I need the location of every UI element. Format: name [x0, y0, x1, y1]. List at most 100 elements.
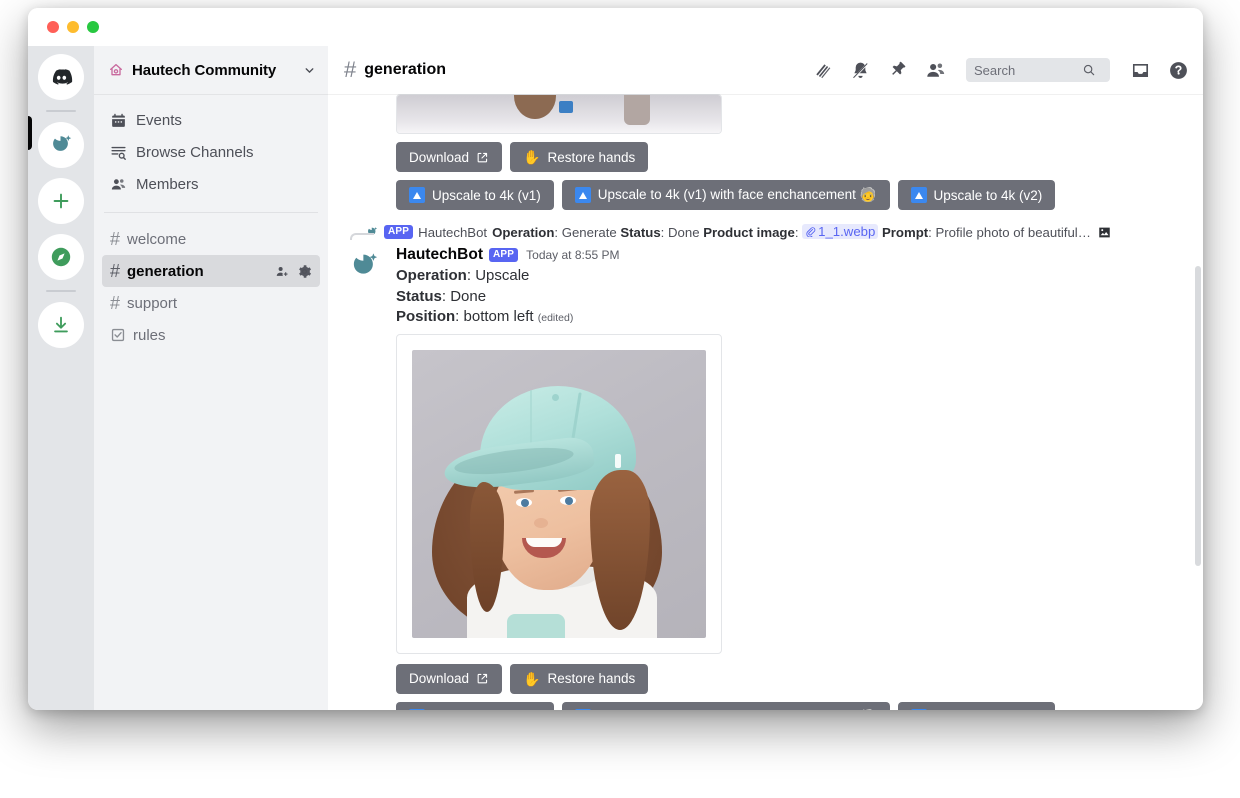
reply-status-key: Status	[620, 225, 661, 240]
upscale-triangle-icon	[910, 187, 927, 203]
upscale-4k-v2-label: Upscale to 4k (v2)	[934, 709, 1043, 710]
position-key: Position	[396, 308, 456, 326]
sidebar-channel-generation[interactable]: # generation	[102, 255, 320, 287]
sidebar-divider	[104, 212, 318, 213]
pin-icon[interactable]	[888, 60, 908, 80]
avatar[interactable]	[344, 246, 384, 286]
download-button-label: Download	[409, 671, 470, 687]
server-rail	[28, 46, 94, 710]
message-header: HautechBot APP Today at 8:55 PM	[396, 244, 1187, 266]
server-icon-add-server[interactable]	[38, 178, 84, 224]
search-input[interactable]	[974, 62, 1082, 78]
message-image-attachment[interactable]	[396, 333, 722, 654]
upscale-4k-v2-button[interactable]: Upscale to 4k (v2)	[897, 180, 1056, 210]
external-link-icon	[476, 151, 489, 164]
download-icon	[50, 314, 72, 336]
message-scrollbar-thumb[interactable]	[1195, 266, 1201, 566]
message-body: HautechBot APP Today at 8:55 PM Operatio…	[396, 244, 1187, 328]
hash-icon: #	[344, 57, 357, 82]
upscale-4k-v1-button[interactable]: Upscale to 4k (v1)	[396, 180, 554, 210]
restore-hands-button-label: Restore hands	[547, 671, 636, 687]
download-button[interactable]: Download	[396, 663, 503, 694]
edit-channel-icon[interactable]	[297, 264, 312, 279]
upscale-4k-v1-label: Upscale to 4k (v1)	[432, 187, 541, 203]
hautech-logo-icon	[47, 131, 75, 159]
status-value: Done	[450, 287, 487, 305]
previous-message-image-card[interactable]	[396, 94, 722, 134]
reply-file-chip[interactable]: 1_1.webp	[802, 224, 879, 239]
create-invite-icon[interactable]	[275, 264, 290, 279]
message-author[interactable]: HautechBot	[396, 246, 483, 264]
upscale-4k-v2-button[interactable]: Upscale to 4k (v2)	[897, 701, 1056, 710]
raised-hand-emoji-icon: ✋	[523, 149, 541, 165]
channel-actions	[275, 264, 312, 279]
search-icon[interactable]	[1082, 63, 1096, 77]
operation-key: Operation	[396, 267, 467, 284]
upscale-4k-v1-face-button[interactable]: Upscale to 4k (v1) with face enchancemen…	[561, 180, 890, 210]
traffic-lights	[47, 21, 99, 33]
status-key: Status	[396, 287, 442, 305]
sidebar-item-label: Members	[136, 175, 199, 193]
server-icon-discord-home[interactable]	[38, 54, 84, 100]
discord-logo-icon	[49, 65, 74, 90]
sidebar-nav-section: Events Browse Channels Members	[94, 94, 328, 206]
server-icon-explore[interactable]	[38, 234, 84, 280]
current-message-button-row-2: Upscale to 4k (v1) Upscale to 4k (v1) wi…	[328, 701, 1187, 710]
sidebar-item-label: Browse Channels	[136, 143, 254, 161]
message-scroll-content: Download ✋ Restore hands Upscale to 4k (…	[328, 94, 1187, 710]
member-list-icon[interactable]	[925, 60, 946, 81]
server-icon-hautech[interactable]	[38, 122, 84, 168]
chat-header: # generation	[328, 46, 1203, 94]
sidebar-item-events[interactable]: Events	[102, 104, 320, 136]
hash-icon: #	[110, 229, 121, 249]
message-line-position: Position: bottom left (edited)	[396, 307, 1187, 328]
upscale-4k-v1-button[interactable]: Upscale to 4k (v1)	[396, 701, 554, 710]
notification-off-icon[interactable]	[850, 60, 871, 81]
screenshot-stage: Hautech Community Events Browse Channels…	[0, 0, 1240, 798]
sidebar-channel-rules[interactable]: rules	[102, 319, 320, 351]
restore-hands-button-label: Restore hands	[547, 149, 636, 165]
attachment-icon	[805, 226, 816, 237]
restore-hands-button[interactable]: ✋ Restore hands	[510, 663, 649, 694]
previous-message-button-row-2: Upscale to 4k (v1) Upscale to 4k (v1) wi…	[328, 180, 1187, 210]
hash-icon: #	[110, 261, 121, 281]
inbox-icon[interactable]	[1130, 60, 1151, 81]
sidebar-channel-welcome[interactable]: # welcome	[102, 223, 320, 255]
app-body: Hautech Community Events Browse Channels…	[28, 46, 1203, 710]
upscale-4k-v1-face-button[interactable]: Upscale to 4k (v1) with face enchancemen…	[561, 701, 890, 710]
search-box[interactable]	[966, 58, 1110, 82]
threads-icon[interactable]	[812, 60, 833, 81]
browse-channels-icon	[110, 144, 127, 161]
app-badge: APP	[488, 247, 519, 263]
reply-file-name: 1_1.webp	[818, 224, 876, 239]
guild-header-dropdown[interactable]: Hautech Community	[94, 46, 328, 94]
message-scrollbar-track[interactable]	[1195, 146, 1201, 706]
minimize-window-button[interactable]	[67, 21, 79, 33]
sidebar-item-members[interactable]: Members	[102, 168, 320, 200]
help-icon[interactable]	[1168, 60, 1189, 81]
chat-area: # generation Search Download ✋ Restore h…	[328, 46, 1203, 710]
message-timestamp: Today at 8:55 PM	[526, 248, 620, 262]
message-line-operation: Operation: Upscale	[396, 266, 1187, 287]
reply-product-image-key: Product image	[703, 225, 795, 240]
sidebar-channel-support[interactable]: # support	[102, 287, 320, 319]
chevron-down-icon[interactable]	[303, 64, 316, 77]
message-list[interactable]: Download ✋ Restore hands Upscale to 4k (…	[328, 94, 1203, 710]
discord-app-window: Hautech Community Events Browse Channels…	[28, 8, 1203, 710]
operation-separator: :	[466, 267, 476, 284]
status-separator: :	[441, 287, 451, 305]
reply-operation-key: Operation	[492, 225, 555, 240]
download-button[interactable]: Download	[396, 142, 503, 172]
channel-label: support	[127, 294, 178, 312]
upscale-4k-v2-label: Upscale to 4k (v2)	[933, 187, 1043, 203]
plus-icon	[50, 190, 72, 212]
reply-prompt-value: : Profile photo of beautiful…	[928, 225, 1091, 240]
maximize-window-button[interactable]	[87, 21, 99, 33]
upscale-4k-v1-face-label: Upscale to 4k (v1) with face enchancemen…	[598, 709, 877, 710]
server-icon-download-apps[interactable]	[38, 302, 84, 348]
reply-reference[interactable]: APP HautechBot Operation: Generate Statu…	[328, 224, 1187, 240]
sidebar-item-browse-channels[interactable]: Browse Channels	[102, 136, 320, 168]
restore-hands-button[interactable]: ✋ Restore hands	[510, 142, 649, 172]
close-window-button[interactable]	[47, 21, 59, 33]
reply-prompt-key: Prompt	[878, 225, 929, 240]
